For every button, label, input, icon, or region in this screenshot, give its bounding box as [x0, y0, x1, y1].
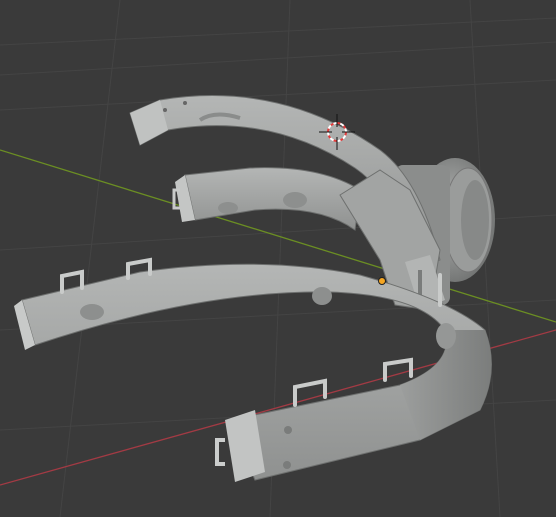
object-origin-icon[interactable] [378, 277, 386, 285]
middle-slider[interactable] [172, 167, 361, 231]
3d-viewport[interactable] [0, 0, 556, 517]
viewport-canvas[interactable] [0, 0, 556, 517]
